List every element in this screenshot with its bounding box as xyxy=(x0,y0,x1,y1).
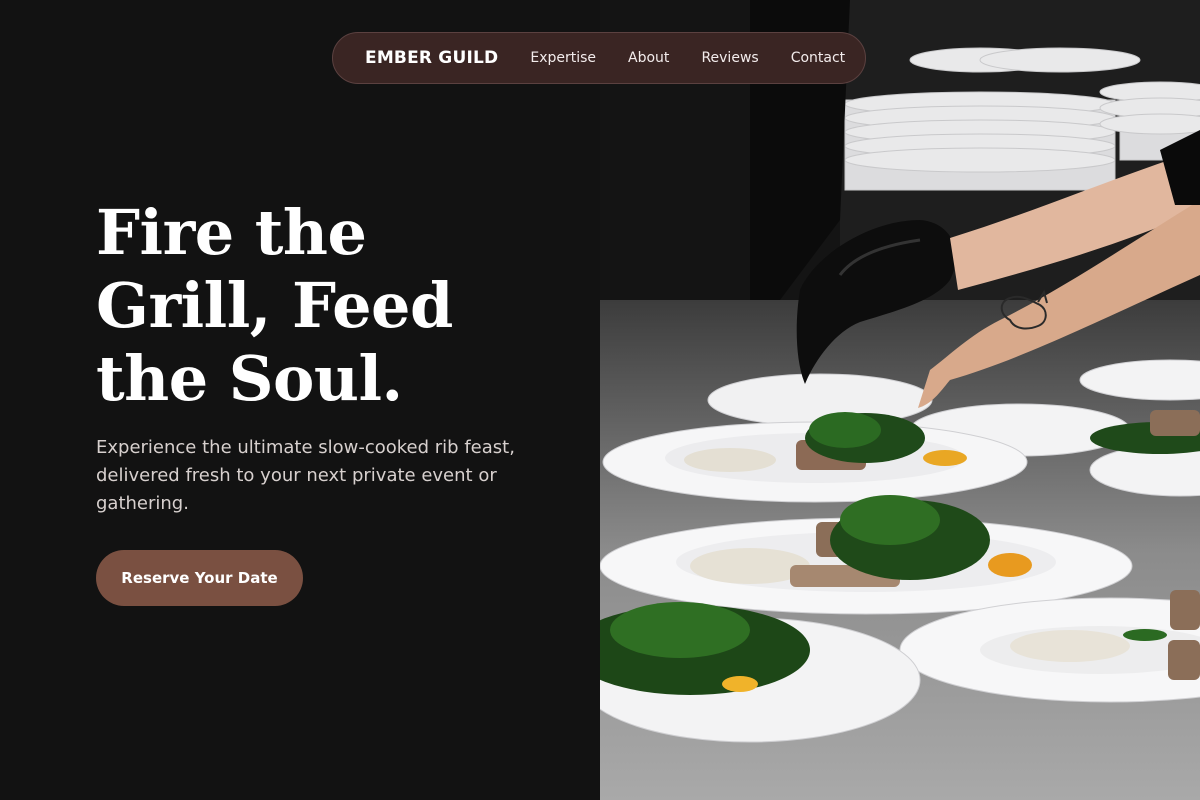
hero-image xyxy=(600,0,1200,800)
reserve-date-button[interactable]: Reserve Your Date xyxy=(96,550,303,606)
nav-link-about[interactable]: About xyxy=(628,50,669,66)
brand-logo[interactable]: EMBER GUILD xyxy=(365,48,498,68)
nav-link-contact[interactable]: Contact xyxy=(791,50,845,66)
top-navbar: EMBER GUILD Expertise About Reviews Cont… xyxy=(332,32,866,84)
plating-illustration xyxy=(600,0,1200,800)
nav-link-reviews[interactable]: Reviews xyxy=(701,50,758,66)
hero-subtitle: Experience the ultimate slow-cooked rib … xyxy=(96,437,515,514)
nav-link-expertise[interactable]: Expertise xyxy=(530,50,596,66)
hero-title: Fire the Grill, Feed the Soul. xyxy=(96,196,453,415)
